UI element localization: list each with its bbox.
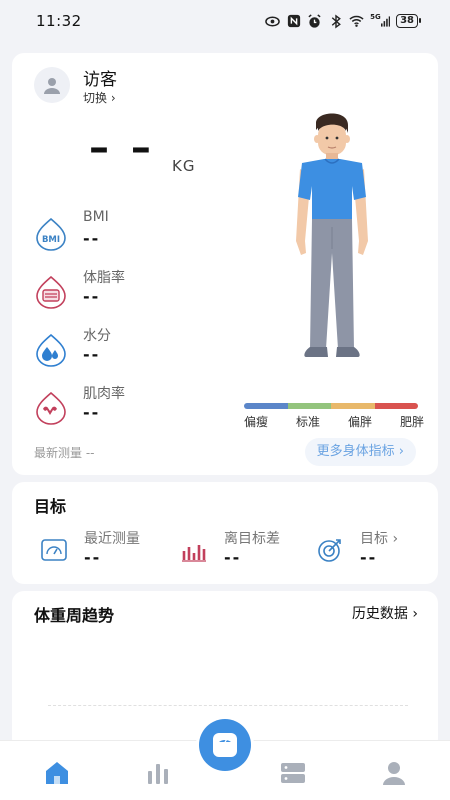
- metric-body-fat[interactable]: 体脂率 --: [34, 267, 234, 317]
- metric-value: --: [83, 229, 101, 248]
- metric-muscle[interactable]: 肌肉率 --: [34, 383, 234, 433]
- bluetooth-icon: [328, 13, 343, 29]
- bmi-icon: BMI: [36, 217, 66, 251]
- metric-label: BMI: [83, 209, 109, 225]
- body-figure-illustration: [296, 113, 368, 357]
- target-title: 目标: [34, 497, 67, 516]
- gauge-icon: [41, 539, 67, 561]
- bmi-segment-underweight: [244, 403, 288, 409]
- scale-icon: [213, 733, 237, 757]
- battery-indicator: 38: [396, 14, 421, 28]
- stat-label: 离目标差: [224, 531, 280, 547]
- weight-unit: KG: [172, 157, 196, 175]
- bmi-segment-overweight: [331, 403, 375, 409]
- bar-chart-icon: [182, 545, 206, 562]
- metric-value: --: [83, 287, 101, 306]
- alarm-icon: [307, 13, 322, 29]
- bmi-segment-normal: [287, 403, 331, 409]
- nav-devices[interactable]: [278, 758, 308, 788]
- status-time: 11:32: [36, 12, 82, 30]
- set-goal-stat[interactable]: 目标 › --: [316, 528, 426, 578]
- bmi-scale-bar: [244, 403, 418, 409]
- user-icon: [44, 78, 60, 94]
- eye-icon: [265, 14, 280, 29]
- bmi-scale-labels: 偏瘦 标准 偏胖 肥胖: [244, 413, 424, 430]
- stats-icon: [148, 764, 168, 784]
- body-fat-icon: [36, 275, 66, 309]
- signal-icon: 5G: [370, 13, 390, 29]
- nav-home[interactable]: [42, 758, 72, 788]
- nfc-icon: [286, 14, 301, 29]
- stat-label: 最近测量: [84, 531, 140, 547]
- body-summary-card: 访客 切换 › – – KG BMI BMI -- 体脂率 -- 水分 -- 肌…: [12, 53, 438, 475]
- bmi-label: 肥胖: [399, 415, 424, 429]
- metric-bmi[interactable]: BMI BMI --: [34, 209, 234, 259]
- metric-value: --: [83, 403, 101, 422]
- user-name: 访客: [83, 70, 117, 90]
- metric-label: 水分: [83, 328, 111, 344]
- target-card: 目标 最近测量 -- 离目标差 -- 目标 › --: [12, 482, 438, 584]
- avatar[interactable]: [34, 67, 70, 103]
- svg-text:BMI: BMI: [42, 235, 60, 245]
- weigh-scale-button[interactable]: [196, 716, 254, 774]
- metric-label: 肌肉率: [83, 386, 125, 402]
- home-icon: [46, 762, 68, 784]
- profile-icon: [383, 762, 405, 785]
- latest-measurement: 最新测量 --: [34, 446, 95, 460]
- nav-profile[interactable]: [379, 758, 409, 788]
- distance-to-goal-stat[interactable]: 离目标差 --: [180, 528, 310, 578]
- metric-value: --: [83, 345, 101, 364]
- devices-icon: [281, 763, 305, 783]
- chart-baseline: [48, 705, 408, 706]
- stat-label: 目标 ›: [360, 531, 399, 547]
- bmi-label: 偏瘦: [244, 415, 269, 429]
- history-data-link[interactable]: 历史数据 ›: [352, 603, 418, 623]
- stat-value: --: [84, 548, 102, 567]
- metric-label: 体脂率: [83, 270, 125, 286]
- bmi-label: 偏胖: [347, 415, 372, 429]
- fab-inner: [199, 719, 251, 771]
- switch-user-button[interactable]: 切换 ›: [83, 89, 116, 106]
- bmi-segment-obese: [374, 403, 418, 409]
- muscle-icon: [36, 391, 66, 425]
- metric-water[interactable]: 水分 --: [34, 325, 234, 375]
- more-indicators-button[interactable]: 更多身体指标 ›: [304, 438, 416, 466]
- nav-stats[interactable]: [143, 758, 173, 788]
- target-icon: [318, 539, 341, 562]
- bmi-label: 标准: [295, 415, 320, 429]
- network-type: 5G: [370, 13, 381, 21]
- recent-measurement-stat[interactable]: 最近测量 --: [40, 528, 170, 578]
- status-bar: 11:32 5G 38: [0, 0, 450, 42]
- wifi-icon: [349, 14, 364, 29]
- weight-value: – –: [89, 125, 155, 171]
- stat-value: --: [360, 548, 378, 567]
- stat-value: --: [224, 548, 242, 567]
- trend-title: 体重周趋势: [34, 606, 115, 625]
- status-icons: 5G 38: [265, 13, 421, 29]
- water-icon: [36, 333, 66, 367]
